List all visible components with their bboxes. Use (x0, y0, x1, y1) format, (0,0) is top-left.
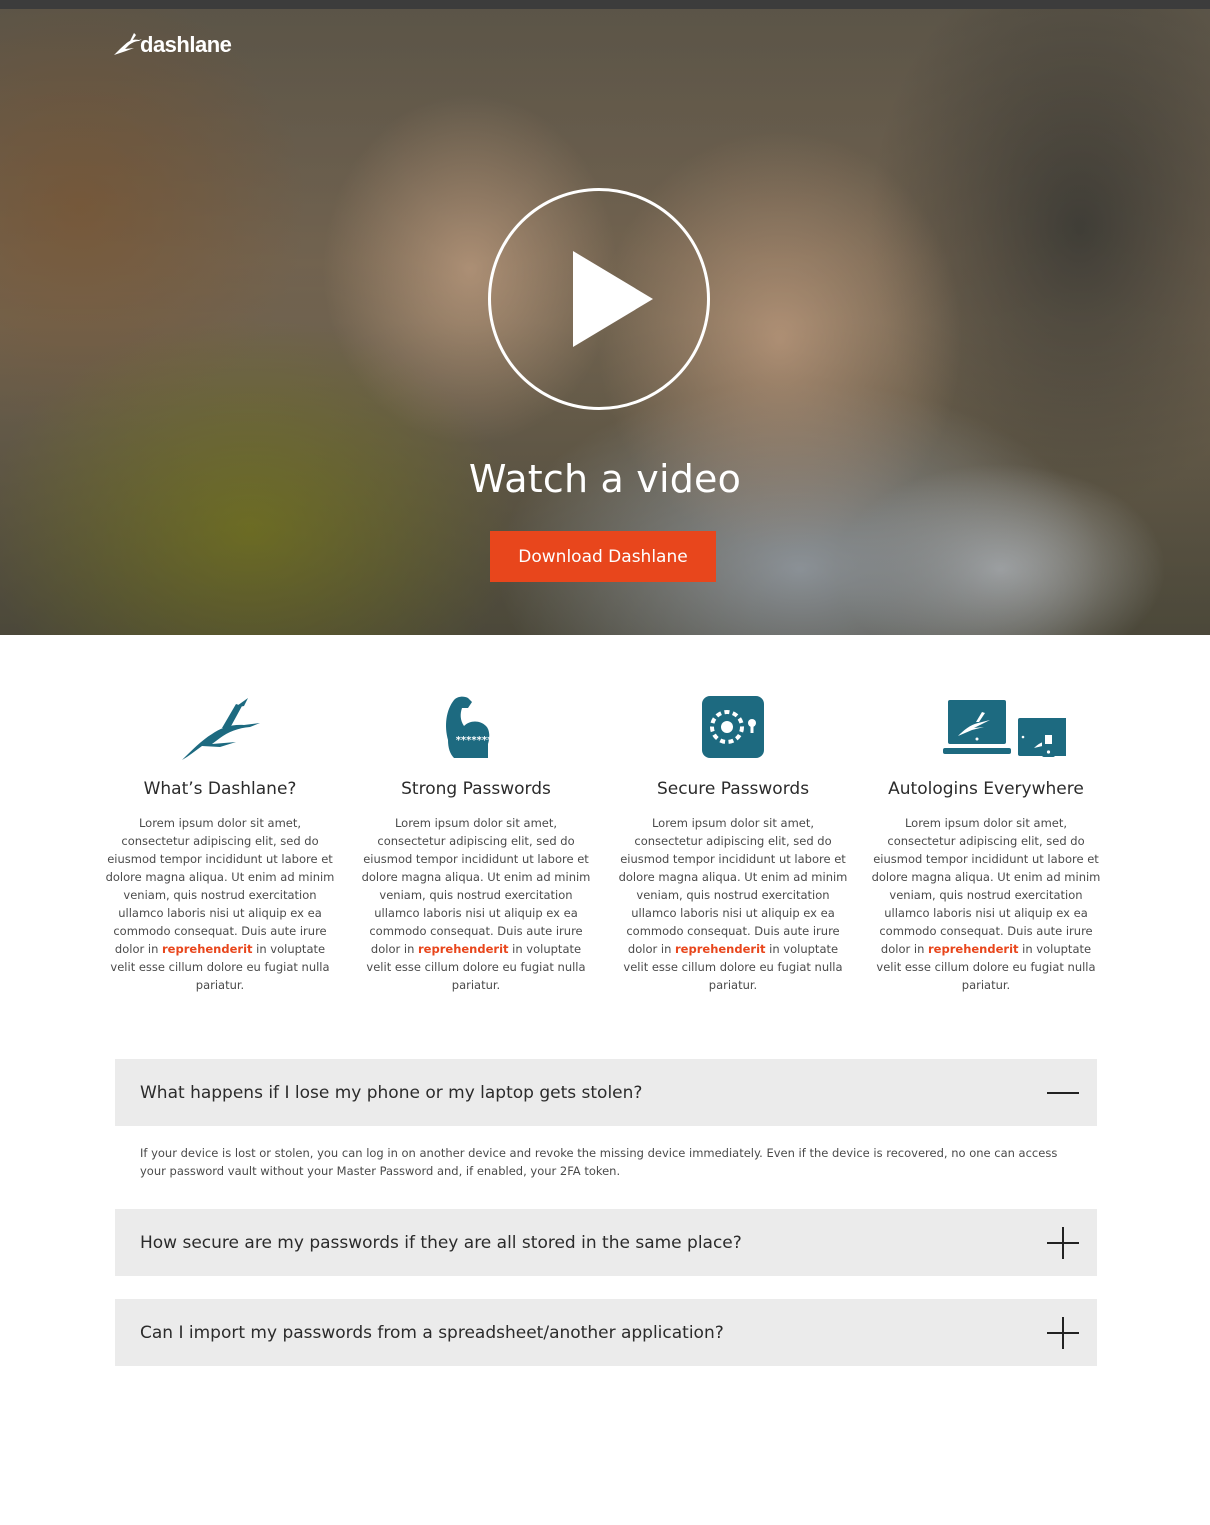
faq-question: Can I import my passwords from a spreads… (140, 1322, 724, 1343)
feature-autologins-everywhere: Autologins Everywhere Lorem ipsum dolor … (870, 690, 1102, 994)
download-dashlane-button[interactable]: Download Dashlane (490, 531, 716, 582)
feature-title: Strong Passwords (401, 779, 551, 799)
reprehenderit-link[interactable]: reprehenderit (928, 942, 1019, 956)
feature-secure-passwords: Secure Passwords Lorem ipsum dolor sit a… (617, 690, 849, 994)
feature-title: Autologins Everywhere (888, 779, 1084, 799)
flexed-arm-icon: ******* (446, 696, 493, 758)
feature-description: Lorem ipsum dolor sit amet, consectetur … (618, 816, 848, 992)
plus-icon[interactable] (1047, 1226, 1079, 1259)
feature-title: Secure Passwords (656, 779, 810, 799)
logo-wordmark: dashlane (140, 32, 232, 57)
faq-question: How secure are my passwords if they are … (140, 1232, 742, 1253)
reprehenderit-link[interactable]: reprehenderit (162, 942, 253, 956)
hero-title: Watch a video (468, 457, 742, 501)
faq-item-same-place-security: How secure are my passwords if they are … (115, 1209, 1097, 1276)
faq-question-header[interactable]: Can I import my passwords from a spreads… (115, 1299, 1097, 1366)
feature-description: Lorem ipsum dolor sit amet, consectetur … (361, 816, 591, 992)
play-video-button[interactable] (488, 188, 710, 410)
faq-answer: If your device is lost or stolen, you ca… (140, 1146, 1058, 1178)
reprehenderit-link[interactable]: reprehenderit (418, 942, 509, 956)
play-icon (573, 251, 653, 347)
minus-icon[interactable] (1047, 1077, 1079, 1109)
features-section: What’s Dashlane? Lorem ipsum dolor sit a… (0, 690, 1210, 1010)
phone-icon (1042, 729, 1055, 757)
faq-question-header[interactable]: What happens if I lose my phone or my la… (115, 1059, 1097, 1126)
faq-question-header[interactable]: How secure are my passwords if they are … (115, 1209, 1097, 1276)
dashlane-logo[interactable]: dashlane (112, 19, 232, 57)
plus-icon[interactable] (1047, 1316, 1079, 1349)
hero-video-section: dashlane Watch a video Download Dashlane (0, 9, 1210, 635)
feature-whats-dashlane: What’s Dashlane? Lorem ipsum dolor sit a… (104, 690, 336, 994)
vault-safe-icon (702, 696, 764, 758)
faq-item-import-passwords: Can I import my passwords from a spreads… (115, 1299, 1097, 1366)
svg-text:*******: ******* (456, 735, 493, 746)
dashlane-impala-icon (182, 698, 260, 760)
feature-description: Lorem ipsum dolor sit amet, consectetur … (105, 816, 335, 992)
faq-question: What happens if I lose my phone or my la… (140, 1082, 643, 1103)
faq-item-lost-device: What happens if I lose my phone or my la… (115, 1059, 1097, 1180)
top-bar (0, 0, 1210, 9)
reprehenderit-link[interactable]: reprehenderit (675, 942, 766, 956)
feature-strong-passwords: ******* Strong Passwords Lorem ipsum dol… (360, 690, 592, 994)
feature-title: What’s Dashlane? (143, 779, 297, 799)
feature-description: Lorem ipsum dolor sit amet, consectetur … (871, 816, 1101, 992)
